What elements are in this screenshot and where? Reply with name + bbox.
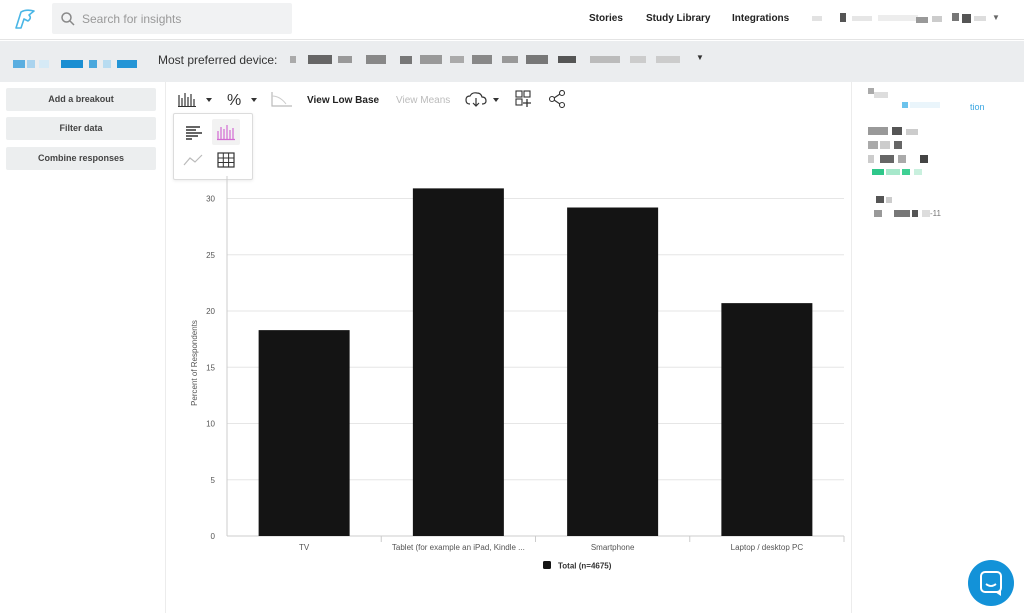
- x-tick-label: TV: [299, 543, 310, 552]
- question-text-redacted: [290, 55, 680, 64]
- percent-icon[interactable]: %: [226, 90, 264, 108]
- bar-chart-icon[interactable]: [178, 90, 218, 108]
- x-tick-label: Tablet (for example an iPad, Kindle ...: [392, 543, 525, 552]
- top-navigation: Stories Study Library Integrations ▼: [0, 0, 1024, 40]
- x-tick-label: Laptop / desktop PC: [731, 543, 804, 552]
- view-means-button[interactable]: View Means: [396, 95, 450, 113]
- y-tick-label: 20: [206, 307, 215, 316]
- right-panel-redacted-header: [868, 88, 940, 108]
- bar: [567, 207, 659, 536]
- bar-chart: 0 5 10 15 20 25 30 Percent of Respondents TV Tabl…: [176, 176, 848, 586]
- nav-stories-link[interactable]: Stories: [589, 13, 623, 24]
- legend-label: Total (n=4675): [558, 562, 612, 571]
- filter-data-button[interactable]: Filter data: [6, 117, 156, 140]
- right-panel-partial-text[interactable]: tion: [970, 102, 985, 112]
- search-icon: [61, 12, 75, 26]
- svg-text:%: %: [227, 92, 241, 108]
- add-breakout-button[interactable]: Add a breakout: [6, 88, 156, 111]
- question-title-bar: Most preferred device: ▼: [0, 41, 1024, 82]
- y-tick-label: 15: [206, 363, 215, 372]
- bar: [258, 330, 350, 536]
- y-tick-label: 25: [206, 251, 215, 260]
- nav-study-library-link[interactable]: Study Library: [646, 13, 710, 24]
- chart-toolbar: % View Low Base View Means: [166, 82, 851, 116]
- right-panel-redacted-meta: [874, 196, 930, 217]
- y-tick-label: 5: [211, 476, 216, 485]
- line-chart-icon[interactable]: [180, 147, 208, 173]
- user-menu-name-redacted[interactable]: [812, 13, 992, 25]
- left-sidebar: Add a breakout Filter data Combine respo…: [0, 82, 166, 613]
- bird-logo-icon[interactable]: [12, 6, 38, 32]
- legend-swatch: [543, 561, 551, 569]
- y-tick-label: 0: [211, 532, 216, 541]
- chart-type-menu: [173, 113, 253, 180]
- caret-down-icon[interactable]: ▼: [992, 13, 1000, 22]
- y-tick-label: 10: [206, 420, 215, 429]
- share-icon[interactable]: [548, 90, 568, 108]
- right-panel: tion -11: [851, 82, 1024, 613]
- combine-responses-button[interactable]: Combine responses: [6, 147, 156, 170]
- bar: [721, 303, 813, 536]
- table-icon[interactable]: [212, 147, 240, 173]
- y-tick-label: 30: [206, 195, 215, 204]
- add-widget-icon[interactable]: [514, 90, 534, 108]
- chat-icon: [980, 571, 1002, 596]
- search-box[interactable]: [52, 3, 292, 34]
- question-text: Most preferred device:: [158, 53, 278, 67]
- chart-canvas: 0 5 10 15 20 25 30 Percent of Respondents TV Tabl…: [190, 176, 845, 571]
- x-tick-label: Smartphone: [591, 543, 635, 552]
- right-panel-redacted-lines: [868, 127, 928, 175]
- chat-launcher-button[interactable]: [968, 560, 1014, 606]
- view-low-base-button[interactable]: View Low Base: [307, 95, 379, 113]
- breadcrumb-redacted[interactable]: [13, 60, 143, 68]
- nav-integrations-link[interactable]: Integrations: [732, 13, 789, 24]
- caret-down-icon[interactable]: ▼: [696, 53, 704, 62]
- search-input[interactable]: [82, 3, 287, 34]
- axis-icon[interactable]: [270, 90, 294, 108]
- vertical-bar-icon[interactable]: [212, 119, 240, 145]
- y-axis-label: Percent of Respondents: [190, 320, 199, 406]
- horizontal-bar-icon[interactable]: [180, 119, 208, 145]
- bar: [412, 188, 504, 536]
- download-cloud-icon[interactable]: [465, 90, 505, 108]
- right-panel-partial-number: -11: [930, 209, 941, 218]
